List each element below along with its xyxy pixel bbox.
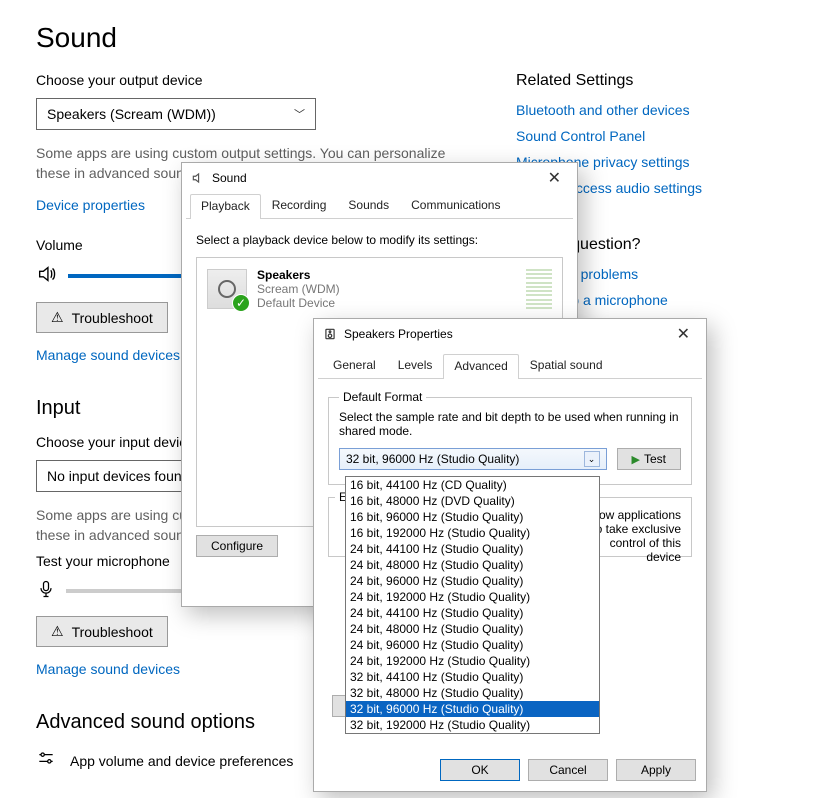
device-properties-link[interactable]: Device properties <box>36 197 145 213</box>
sound-dialog-tabs: Playback Recording Sounds Communications <box>186 193 573 219</box>
play-icon: ▶ <box>632 453 640 466</box>
sliders-icon <box>36 748 56 773</box>
format-option[interactable]: 24 bit, 48000 Hz (Studio Quality) <box>346 557 599 573</box>
device-status: Default Device <box>257 296 340 310</box>
output-device-value: Speakers (Scream (WDM)) <box>47 106 216 122</box>
apply-button[interactable]: Apply <box>616 759 696 781</box>
tab-advanced[interactable]: Advanced <box>443 354 518 379</box>
device-name: Speakers <box>257 268 340 282</box>
tab-sounds[interactable]: Sounds <box>337 193 400 218</box>
tab-general[interactable]: General <box>322 353 387 378</box>
output-troubleshoot-button[interactable]: ⚠ Troubleshoot <box>36 302 168 333</box>
link-bluetooth[interactable]: Bluetooth and other devices <box>516 102 796 118</box>
sound-dialog-titlebar[interactable]: Sound ✕ <box>182 163 577 193</box>
format-option[interactable]: 16 bit, 96000 Hz (Studio Quality) <box>346 509 599 525</box>
tab-communications[interactable]: Communications <box>400 193 511 218</box>
speaker-icon <box>36 263 58 288</box>
configure-button[interactable]: Configure <box>196 535 278 557</box>
props-dialog-icon <box>322 326 338 342</box>
tab-spatial-sound[interactable]: Spatial sound <box>519 353 614 378</box>
format-option[interactable]: 24 bit, 44100 Hz (Studio Quality) <box>346 605 599 621</box>
format-option[interactable]: 24 bit, 96000 Hz (Studio Quality) <box>346 573 599 589</box>
tab-recording[interactable]: Recording <box>261 193 338 218</box>
output-troubleshoot-label: Troubleshoot <box>72 310 153 326</box>
microphone-icon <box>36 579 56 602</box>
close-icon[interactable]: ✕ <box>540 168 569 188</box>
default-format-select[interactable]: 32 bit, 96000 Hz (Studio Quality) ⌄ <box>339 448 607 470</box>
format-option[interactable]: 16 bit, 192000 Hz (Studio Quality) <box>346 525 599 541</box>
page-title: Sound <box>36 22 801 54</box>
link-sound-control-panel[interactable]: Sound Control Panel <box>516 128 796 144</box>
format-option[interactable]: 24 bit, 48000 Hz (Studio Quality) <box>346 621 599 637</box>
test-label: Test <box>644 452 666 466</box>
default-format-dropdown[interactable]: 16 bit, 44100 Hz (CD Quality)16 bit, 480… <box>345 476 600 734</box>
test-button[interactable]: ▶ Test <box>617 448 681 470</box>
playback-instruction: Select a playback device below to modify… <box>196 233 563 247</box>
props-dialog-title: Speakers Properties <box>344 327 453 341</box>
level-meter-icon <box>526 269 552 309</box>
app-volume-label: App volume and device preferences <box>70 753 293 769</box>
tab-playback[interactable]: Playback <box>190 194 261 219</box>
device-sub: Scream (WDM) <box>257 282 340 296</box>
input-troubleshoot-label: Troubleshoot <box>72 624 153 640</box>
input-manage-link[interactable]: Manage sound devices <box>36 661 180 677</box>
sound-dialog-icon <box>190 170 206 186</box>
output-manage-link[interactable]: Manage sound devices <box>36 347 180 363</box>
close-icon[interactable]: ✕ <box>669 324 698 344</box>
playback-device-row[interactable]: ✓ Speakers Scream (WDM) Default Device <box>203 264 556 314</box>
chevron-down-icon: ﹀ <box>294 106 305 122</box>
format-option[interactable]: 24 bit, 44100 Hz (Studio Quality) <box>346 541 599 557</box>
ok-button[interactable]: OK <box>440 759 520 781</box>
format-option[interactable]: 24 bit, 192000 Hz (Studio Quality) <box>346 653 599 669</box>
output-device-select[interactable]: Speakers (Scream (WDM)) ﹀ <box>36 98 316 130</box>
warning-icon: ⚠ <box>51 309 64 326</box>
format-option[interactable]: 24 bit, 96000 Hz (Studio Quality) <box>346 637 599 653</box>
props-dialog-footer: OK Cancel Apply <box>440 759 696 781</box>
chevron-down-icon: ⌄ <box>584 451 600 467</box>
format-option[interactable]: 32 bit, 48000 Hz (Studio Quality) <box>346 685 599 701</box>
format-option[interactable]: 32 bit, 44100 Hz (Studio Quality) <box>346 669 599 685</box>
props-dialog-titlebar[interactable]: Speakers Properties ✕ <box>314 319 706 349</box>
sound-dialog-title: Sound <box>212 171 247 185</box>
cancel-button[interactable]: Cancel <box>528 759 608 781</box>
default-format-value: 32 bit, 96000 Hz (Studio Quality) <box>346 452 519 466</box>
props-dialog-tabs: General Levels Advanced Spatial sound <box>318 353 702 379</box>
input-troubleshoot-button[interactable]: ⚠ Troubleshoot <box>36 616 168 647</box>
default-format-legend: Default Format <box>339 390 426 404</box>
related-settings-heading: Related Settings <box>516 72 796 90</box>
format-option[interactable]: 16 bit, 48000 Hz (DVD Quality) <box>346 493 599 509</box>
tab-levels[interactable]: Levels <box>387 353 444 378</box>
format-option[interactable]: 32 bit, 96000 Hz (Studio Quality) <box>346 701 599 717</box>
input-device-value: No input devices found <box>47 468 189 484</box>
format-option[interactable]: 24 bit, 192000 Hz (Studio Quality) <box>346 589 599 605</box>
warning-icon: ⚠ <box>51 623 64 640</box>
output-choose-label: Choose your output device <box>36 72 456 88</box>
default-format-group: Default Format Select the sample rate an… <box>328 397 692 485</box>
speaker-device-icon: ✓ <box>207 269 247 309</box>
default-format-desc: Select the sample rate and bit depth to … <box>339 410 681 438</box>
default-check-icon: ✓ <box>232 294 250 312</box>
format-option[interactable]: 32 bit, 192000 Hz (Studio Quality) <box>346 717 599 733</box>
format-option[interactable]: 16 bit, 44100 Hz (CD Quality) <box>346 477 599 493</box>
